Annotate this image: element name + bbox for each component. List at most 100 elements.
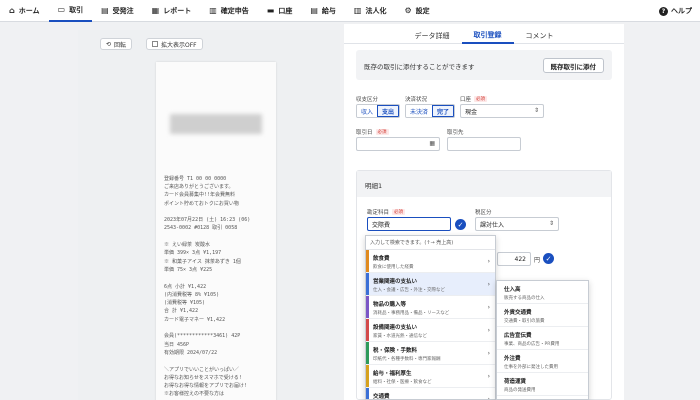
amount-input[interactable]: 422 [497,252,531,266]
tax-select[interactable]: 課対仕入 ⇕ [475,217,559,231]
subdropdown-item[interactable]: 荷造運賃商品の発送費用 [497,373,588,396]
nav-item-8[interactable]: ⚙ 設定 [395,0,438,22]
chevron-right-icon: › [487,258,490,265]
nav-item-7[interactable]: ▥ 法人化 [345,0,396,22]
tab-bar: データ詳細 取引登録 コメント [344,28,624,44]
nav-item-label: レポート [163,6,192,15]
chevron-right-icon: › [487,304,490,311]
dropdown-item[interactable]: 給与・福利厚生 給料・社保・医療・飲食など › [366,365,495,388]
help-link[interactable]: ? ヘルプ [659,0,692,22]
receipt-line: ＼アプリでいいことがいっぱい／ [164,366,240,373]
chevron-right-icon: › [487,281,490,288]
tax-label: 税区分 [475,210,492,216]
subdropdown-item-sub: 商品の発送費用 [504,388,536,393]
attach-existing-button[interactable]: 既存取引に添付 [542,58,604,73]
nav-item-2[interactable]: ▤ 受発注 [92,0,143,22]
calendar-icon: ▦ [429,140,435,147]
receipt-line: 2023年07月22日 (土) 16:23 (06) [164,217,251,224]
seg-income-option-1[interactable]: 支出 [377,105,400,117]
income-segment: 収入 支出 [356,104,401,118]
chevron-right-icon: › [487,373,490,380]
receipt-line: お得なお知らせをスマホで受ける! [164,374,242,381]
subdropdown-item-sub: 交通費・取引の旅費 [504,319,545,324]
zoom-toggle-button[interactable]: 拡大表示OFF [146,38,203,50]
seg-income-option-0[interactable]: 収入 [357,105,378,117]
nav-item-6[interactable]: ▤ 給与 [301,0,345,22]
tab-2[interactable]: コメント [514,28,566,44]
select-arrow-icon: ⇕ [533,107,539,114]
monitor-icon: ▭ [57,5,66,14]
nav-item-label: 受発注 [112,6,134,15]
subdropdown-item[interactable]: 交際費 [497,396,588,399]
account-value: 現金 [465,108,478,116]
dropdown-item-title: 税・保険・手数料 [373,348,418,354]
account-label-wrap: 口座 必須 [460,95,488,103]
required-badge: 必須 [375,129,389,135]
tab-0[interactable]: データ詳細 [403,28,462,44]
check-icon: ✓ [543,253,554,264]
receipt-logo-blur [170,114,262,134]
nav-item-4[interactable]: ▥ 確定申告 [200,0,258,22]
nav-item-3[interactable]: ▦ レポート [143,0,201,22]
nav-item-5[interactable]: ▬ 口座 [258,0,302,22]
nav-item-label: 法人化 [365,6,387,15]
category-color-bar [366,365,369,387]
partner-input[interactable] [447,137,521,151]
attach-box: 既存の取引に添付することができます 既存取引に添付 [356,50,612,80]
dropdown-item-sub: 給料・社保・医療・飲食など [373,380,432,385]
subdropdown-item[interactable]: 仕入高 販売する商品の仕入 [497,281,588,304]
dropdown-item-sub: 印紙代・各種手数料・専門家報酬 [373,357,441,362]
dropdown-item-title: 交通費 [373,394,390,400]
receipt-line: カード電子マネー ¥1,422 [164,316,226,323]
dropdown-item[interactable]: 税・保険・手数料印紙代・各種手数料・専門家報酬 › [366,342,495,365]
nav-item-0[interactable]: ⌂ ホーム [0,0,49,22]
dropdown-item-sub: 家賃・水道光熱・通信など [373,334,427,339]
subdropdown-item-title: 外貨交通費 [504,310,532,316]
dropdown-item-title: 飲食費 [373,256,390,262]
tab-1[interactable]: 取引登録 [461,28,514,44]
subdropdown-item[interactable]: 広告宣伝費 事業、商品の広告・PR費用 [497,327,588,350]
receipt-line: 登録番号 T1 00 00 0000 [164,175,227,182]
dropdown-item[interactable]: 物品の購入等消耗品・事務用品・備品・リースなど › [366,296,495,319]
receipt-viewer: ⟲ 回転 拡大表示OFF 登録番号 T1 00 00 0000 ご来店ありがとうご… [78,30,340,400]
dropdown-item[interactable]: 飲食費飲食に使用した経費 › [366,250,495,273]
nav-item-label: 確定申告 [220,6,249,15]
category-color-bar [366,388,369,399]
receipt-line: 6点 小計 ¥1,422 [164,283,207,290]
dropdown-item[interactable]: 交通費 › [366,388,495,400]
receipt-line: 有効期限 2024/07/22 [164,349,218,356]
chevron-right-icon: › [487,350,490,357]
dropdown-item-title: 物品の購入等 [373,302,407,308]
subdropdown-item-title: 荷造運賃 [504,379,527,385]
card-icon: ▬ [266,6,275,15]
receipt-image: 登録番号 T1 00 00 0000 ご来店ありがとうございます。 カード会員募集中… [156,62,276,400]
income-label: 収支区分 [356,97,379,103]
chevron-right-icon: › [487,327,490,334]
date-input[interactable]: ▦ [356,137,440,151]
date-label: 取引日 [356,130,373,136]
receipt-line: ※お客様控えの不要な方は [164,391,225,398]
dropdown-item[interactable]: 営業関連の支払い 仕入・会議・広告・外注・交際など › [366,273,495,296]
dropdown-item[interactable]: 設備関連の支払い 家賃・水道光熱・通信など › [366,319,495,342]
required-badge: 必須 [392,209,406,215]
building-icon: ▥ [353,6,362,15]
form-icon: ▥ [209,6,217,15]
seg-settle-option-0[interactable]: 未決済 [406,105,433,117]
receipt-line: 当日 456P [164,341,190,348]
receipt-line: ポイント貯めておトクにお買い物 [164,200,239,207]
receipt-line: 会員(************3461) 42P [164,333,241,340]
subdropdown-item-sub: 仕事を外部に発注した費用 [504,365,558,370]
subdropdown-item[interactable]: 外注費 仕事を外部に発注した費用 [497,350,588,373]
subject-input[interactable]: 交際費 [367,217,451,231]
subject-label: 勘定科目 [367,210,390,216]
rotate-button[interactable]: ⟲ 回転 [100,38,133,50]
chevron-right-icon: › [487,396,490,400]
subdropdown-item[interactable]: 外貨交通費交通費・取引の旅費 [497,304,588,327]
nav-item-1[interactable]: ▭ 取引 [48,0,93,22]
dropdown-item-sub: 飲食に使用した経費 [373,265,414,270]
account-select[interactable]: 現金 ⇕ [460,104,544,118]
receipt-line: 単価 75× 3点 ¥225 [164,266,213,273]
seg-settle-option-1[interactable]: 完了 [432,105,455,117]
date-label-wrap: 取引日 必須 [356,128,389,136]
dropdown-item-sub: 消耗品・事務用品・備品・リースなど [373,311,450,316]
